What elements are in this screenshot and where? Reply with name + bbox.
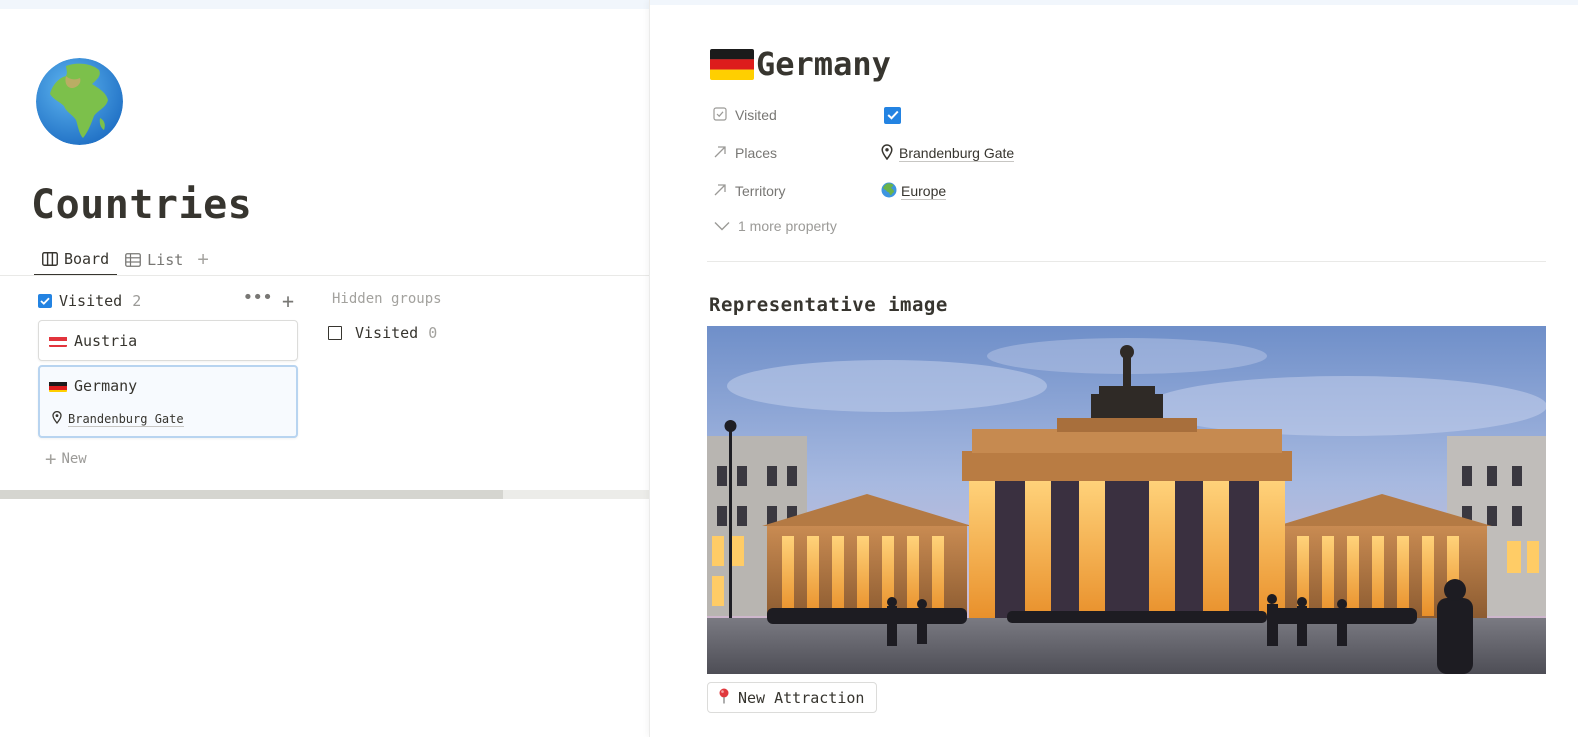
germany-flag-icon (49, 380, 67, 392)
new-attraction-label: New Attraction (738, 688, 865, 707)
card-germany[interactable]: Germany Brandenburg Gate (38, 365, 298, 438)
card-title-text: Austria (74, 332, 138, 350)
page-title: Countries (31, 182, 253, 228)
group-label: Visited (59, 292, 123, 310)
chevron-down-icon (714, 218, 730, 234)
plus-icon: + (45, 448, 57, 470)
add-card-icon[interactable]: + (282, 291, 294, 311)
tab-board[interactable]: Board (34, 244, 118, 276)
places-link[interactable]: Brandenburg Gate (899, 145, 1015, 162)
more-properties-label: 1 more property (738, 218, 837, 234)
property-name[interactable]: Territory (713, 183, 881, 200)
globe-africa-icon[interactable] (36, 58, 123, 145)
round-pushpin-icon (718, 688, 730, 708)
property-name-text: Places (735, 145, 778, 161)
horizontal-scrollbar-thumb[interactable] (0, 490, 503, 499)
card-title: Germany (49, 377, 137, 395)
tabs-divider (0, 275, 649, 276)
group-actions: ••• + (242, 289, 294, 312)
page-peek-panel: Germany Visited Places Brandenburg Gate … (649, 0, 1578, 737)
card-place-property[interactable]: Brandenburg Gate (52, 410, 184, 427)
panel-top-bar (650, 0, 1578, 5)
table-icon (125, 253, 142, 267)
pin-icon (881, 143, 893, 163)
group-count: 2 (132, 292, 142, 310)
top-bar (0, 0, 649, 9)
property-name[interactable]: Places (713, 145, 881, 162)
property-visited: Visited (713, 103, 1553, 127)
property-name[interactable]: Visited (713, 106, 881, 124)
board-icon (42, 252, 58, 266)
new-attraction-button[interactable]: New Attraction (707, 682, 878, 713)
card-title-text: Germany (74, 377, 138, 395)
territory-link[interactable]: Europe (901, 183, 947, 200)
checked-checkbox-icon (38, 294, 52, 308)
hidden-groups-heading: Hidden groups (332, 291, 442, 307)
section-heading: Representative image (709, 294, 948, 316)
hidden-group-visited[interactable]: Visited 0 (328, 324, 437, 342)
property-territory: Territory Europe (713, 179, 1553, 203)
tab-list-label: List (147, 251, 184, 269)
globe-icon (881, 182, 897, 201)
property-name-text: Visited (735, 107, 777, 123)
brandenburg-gate-photo[interactable] (707, 326, 1546, 674)
more-properties-toggle[interactable]: 1 more property (714, 218, 837, 234)
properties-divider (707, 261, 1546, 262)
database-page: Countries Board List + Visited 2 ••• + A… (0, 0, 649, 737)
territory-value[interactable]: Europe (881, 182, 947, 201)
add-view-button[interactable]: + (191, 244, 215, 276)
hidden-group-count: 0 (428, 324, 438, 342)
property-places: Places Brandenburg Gate (713, 141, 1553, 165)
pin-icon (52, 410, 62, 427)
relation-arrow-icon (713, 183, 727, 200)
germany-flag-icon (710, 48, 754, 80)
detail-title-text: Germany (756, 45, 891, 83)
checkbox-icon (713, 106, 727, 124)
unchecked-checkbox-icon (328, 326, 342, 340)
tab-list[interactable]: List (117, 244, 191, 276)
board-group-header: Visited 2 ••• + (38, 289, 298, 312)
tab-board-label: Board (64, 250, 110, 268)
new-card-button[interactable]: + New (45, 449, 87, 469)
austria-flag-icon (49, 335, 67, 347)
more-options-icon[interactable]: ••• (242, 289, 272, 307)
relation-arrow-icon (713, 145, 727, 162)
card-place-link[interactable]: Brandenburg Gate (68, 412, 184, 427)
hidden-group-label: Visited (355, 324, 419, 342)
view-tabs: Board List + (34, 244, 215, 276)
places-value[interactable]: Brandenburg Gate (881, 143, 1015, 163)
detail-title[interactable]: Germany (710, 45, 891, 83)
new-card-label: New (61, 451, 87, 467)
checked-checkbox-icon (884, 106, 901, 124)
property-name-text: Territory (735, 183, 786, 199)
visited-checkbox[interactable] (884, 106, 901, 124)
card-austria[interactable]: Austria (38, 320, 298, 361)
card-title: Austria (49, 332, 137, 350)
